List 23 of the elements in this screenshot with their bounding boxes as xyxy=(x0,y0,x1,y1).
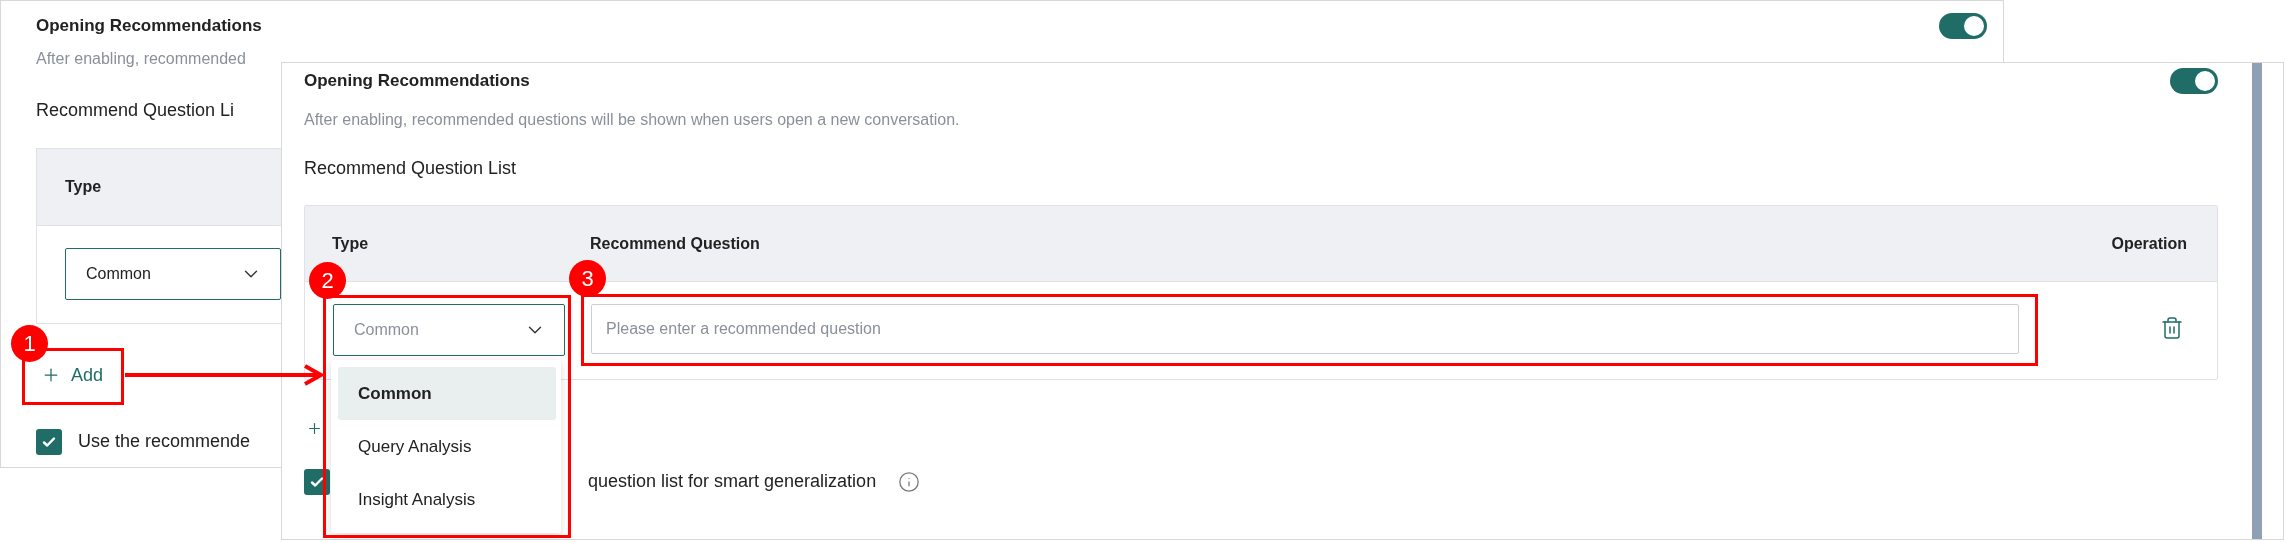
column-header: Type xyxy=(332,233,369,254)
checkbox[interactable] xyxy=(304,468,330,495)
info-icon[interactable] xyxy=(898,470,921,493)
toggle-switch[interactable] xyxy=(2170,68,2218,94)
add-button[interactable]: Add xyxy=(36,364,104,386)
section-title: Opening Recommendations xyxy=(304,70,530,93)
section-title: Opening Recommendations xyxy=(36,15,262,38)
column-header: Type xyxy=(65,177,102,197)
checkbox-label: Use the recommende xyxy=(78,430,251,453)
list-label: Recommend Question Li xyxy=(36,100,235,120)
question-input[interactable]: Please enter a recommended question xyxy=(591,304,2019,354)
scrollbar[interactable] xyxy=(2252,63,2262,539)
toggle-switch[interactable] xyxy=(1939,13,1987,39)
column-header: Operation xyxy=(2111,233,2187,254)
column-header: Recommend Question xyxy=(590,233,760,254)
list-label: Recommend Question List xyxy=(304,158,517,178)
delete-icon[interactable] xyxy=(2160,316,2184,340)
section-description: After enabling, recommended xyxy=(36,50,246,67)
type-select[interactable]: Common xyxy=(65,248,281,300)
dropdown-option[interactable]: Common xyxy=(338,367,556,420)
section-description: After enabling, recommended questions will be shown when users open a new conversation. xyxy=(304,111,960,128)
checkbox-label: question list for smart generalization xyxy=(588,470,877,493)
checkbox[interactable] xyxy=(36,428,62,455)
